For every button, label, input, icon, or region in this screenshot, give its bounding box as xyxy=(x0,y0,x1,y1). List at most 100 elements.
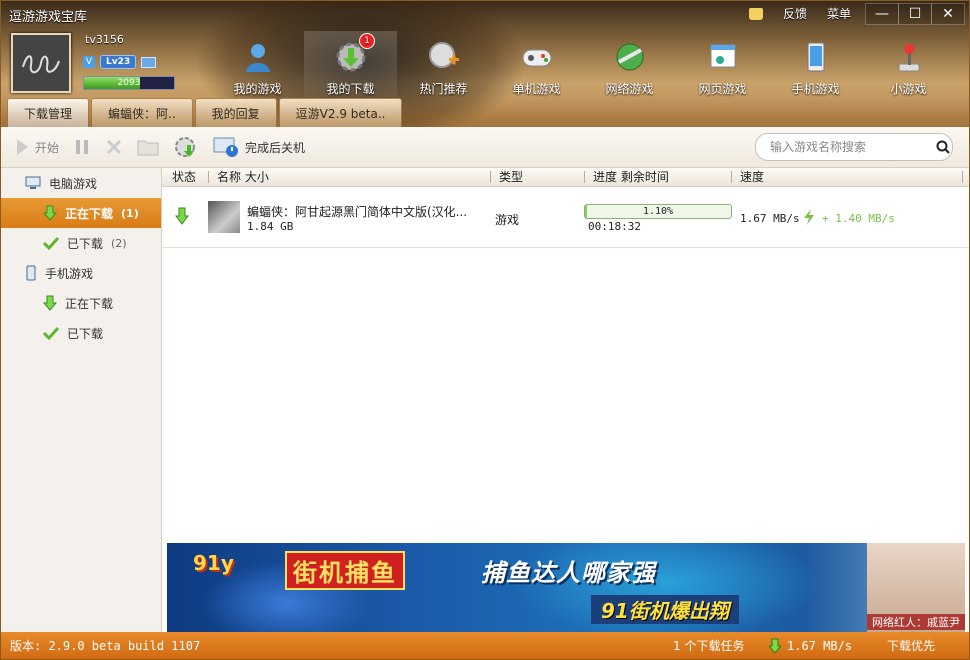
progress-percent: 1.10% xyxy=(642,206,674,217)
exp-text: 2093 xyxy=(117,78,141,88)
ad-brand: 街机捕鱼 xyxy=(285,551,405,590)
checkmark-icon xyxy=(43,326,59,340)
open-folder-button[interactable] xyxy=(137,138,159,156)
start-label: 开始 xyxy=(35,140,60,155)
skin-button[interactable] xyxy=(748,5,763,22)
boost-speed: + 1.40 MB/s xyxy=(822,212,895,225)
download-arrow-icon xyxy=(43,295,57,311)
nav-mini-games[interactable]: 小游戏 xyxy=(862,31,955,97)
gamepad-icon xyxy=(520,40,554,74)
shirt-icon xyxy=(748,7,763,20)
mail-icon[interactable] xyxy=(141,56,157,68)
nav-web-games[interactable]: 网页游戏 xyxy=(676,31,769,97)
level-badge: Lv23 xyxy=(100,55,137,69)
nav-hot-recommend[interactable]: 热门推荐 xyxy=(397,31,490,97)
start-button[interactable]: 开始 xyxy=(15,138,59,156)
tab-my-replies[interactable]: 我的回复 xyxy=(194,98,277,127)
tab-batman[interactable]: 蝙蝠侠：阿.. xyxy=(91,98,193,127)
game-name: 蝙蝠侠：阿甘起源黑门简体中文版(汉化... xyxy=(247,205,468,219)
sidebar-item-mobile-downloading[interactable]: 正在下载 xyxy=(1,288,161,318)
nav-my-downloads[interactable]: 1 我的下载 xyxy=(304,31,397,97)
progress-bar: 1.10% xyxy=(584,204,732,219)
header-progress[interactable]: 进度 剩余时间 xyxy=(593,168,669,186)
column-separator xyxy=(962,171,963,183)
lightning-boost-icon xyxy=(804,209,814,225)
ad-slogan: 捕鱼达人哪家强 xyxy=(481,559,656,587)
nav-my-games[interactable]: 我的游戏 xyxy=(211,31,304,97)
tab-download-manager[interactable]: 下载管理 xyxy=(7,98,90,128)
header-status[interactable]: 状态 xyxy=(172,168,196,186)
table-row[interactable]: 蝙蝠侠：阿甘起源黑门简体中文版(汉化... 1.84 GB 游戏 1.10% 0… xyxy=(162,187,969,248)
close-button[interactable]: ✕ xyxy=(931,3,965,25)
nav-label: 我的下载 xyxy=(326,82,375,96)
sidebar-item-label: 正在下载 xyxy=(65,296,114,311)
sidebar-item-count: (2) xyxy=(111,236,127,250)
nav-label: 热门推荐 xyxy=(419,82,468,96)
maximize-button[interactable]: ☐ xyxy=(898,3,932,25)
column-separator xyxy=(208,171,209,183)
exp-bar: 2093 xyxy=(83,76,175,90)
phone-icon xyxy=(799,40,833,74)
header-type[interactable]: 类型 xyxy=(499,168,523,186)
sidebar-item-label: 已下载 xyxy=(67,236,104,251)
menu-link[interactable]: 菜单 xyxy=(827,5,851,22)
play-icon xyxy=(17,139,28,155)
nav-online-games[interactable]: 网络游戏 xyxy=(583,31,676,97)
globe-icon xyxy=(613,40,647,74)
nav-label: 小游戏 xyxy=(890,82,927,96)
sidebar-category-mobile[interactable]: 手机游戏 xyxy=(1,258,161,288)
delete-button[interactable] xyxy=(105,138,123,156)
user-badges: V Lv23 xyxy=(83,55,157,69)
folder-icon xyxy=(137,140,159,156)
feedback-link[interactable]: 反馈 xyxy=(783,5,807,22)
ad-banner[interactable]: 91y 街机捕鱼 捕鱼达人哪家强 91街机爆出翔 网络红人：戚蓝尹 xyxy=(167,543,965,632)
ad-slogan-secondary: 91街机爆出翔 xyxy=(591,595,739,624)
monitor-icon xyxy=(25,176,41,189)
nav-label: 网络游戏 xyxy=(605,82,654,96)
nav-mobile-games[interactable]: 手机游戏 xyxy=(769,31,862,97)
header-name-size[interactable]: 名称 大小 xyxy=(217,168,269,186)
download-arrow-icon xyxy=(769,638,781,654)
nav-label: 单机游戏 xyxy=(512,82,561,96)
total-speed: 1.67 MB/s xyxy=(787,639,853,653)
sidebar-item-pc-downloaded[interactable]: 已下载 (2) xyxy=(1,228,161,258)
task-count: 1 个下载任务 xyxy=(673,639,745,653)
game-size: 1.84 GB xyxy=(247,220,294,233)
game-type: 游戏 xyxy=(495,213,520,227)
nav-label: 手机游戏 xyxy=(791,82,840,96)
shutdown-after-complete-button[interactable]: 完成后关机 xyxy=(213,136,305,158)
gear-download-icon xyxy=(175,137,196,157)
sidebar-category-pc[interactable]: 电脑游戏 xyxy=(1,168,161,198)
nav-label: 网页游戏 xyxy=(698,82,747,96)
minimize-button[interactable]: — xyxy=(865,3,899,25)
delete-x-icon xyxy=(106,139,122,155)
download-priority-toggle[interactable]: 下载优先 xyxy=(887,632,935,659)
user-games-icon xyxy=(241,40,275,74)
header: 逗游游戏宝库 反馈 菜单 — ☐ ✕ tv3156 V Lv23 2093 我的… xyxy=(1,1,969,128)
search-input[interactable] xyxy=(768,139,932,155)
nav-single-games[interactable]: 单机游戏 xyxy=(490,31,583,97)
pause-button[interactable] xyxy=(73,138,91,156)
checkmark-icon xyxy=(43,236,59,250)
version-text: 版本: 2.9.0 beta build 1107 xyxy=(10,639,201,653)
header-speed[interactable]: 速度 xyxy=(740,168,764,186)
settings-download-button[interactable] xyxy=(173,135,199,159)
sidebar-item-pc-downloading[interactable]: 正在下载 (1) xyxy=(1,198,161,228)
download-arrow-icon xyxy=(43,205,57,221)
monitor-power-icon xyxy=(213,137,239,157)
sidebar-category-label: 手机游戏 xyxy=(45,266,94,281)
search-icon[interactable] xyxy=(936,140,950,154)
sidebar-item-mobile-downloaded[interactable]: 已下载 xyxy=(1,318,161,348)
username[interactable]: tv3156 xyxy=(85,33,124,46)
vip-icon: V xyxy=(83,56,95,68)
sidebar-item-count: (1) xyxy=(121,206,139,220)
column-separator xyxy=(731,171,732,183)
sidebar-item-label: 已下载 xyxy=(67,326,104,341)
sidebar-item-label: 正在下载 xyxy=(65,206,114,221)
sidebar: 电脑游戏 正在下载 (1) 已下载 (2) 手机游戏 正在下载 已下载 xyxy=(1,168,162,632)
download-count-badge: 1 xyxy=(359,33,375,49)
window-controls: — ☐ ✕ xyxy=(865,3,965,25)
avatar[interactable] xyxy=(11,33,71,93)
tab-douyou-version[interactable]: 逗游V2.9 beta.. xyxy=(278,98,403,127)
download-speed: 1.67 MB/s xyxy=(740,212,800,225)
